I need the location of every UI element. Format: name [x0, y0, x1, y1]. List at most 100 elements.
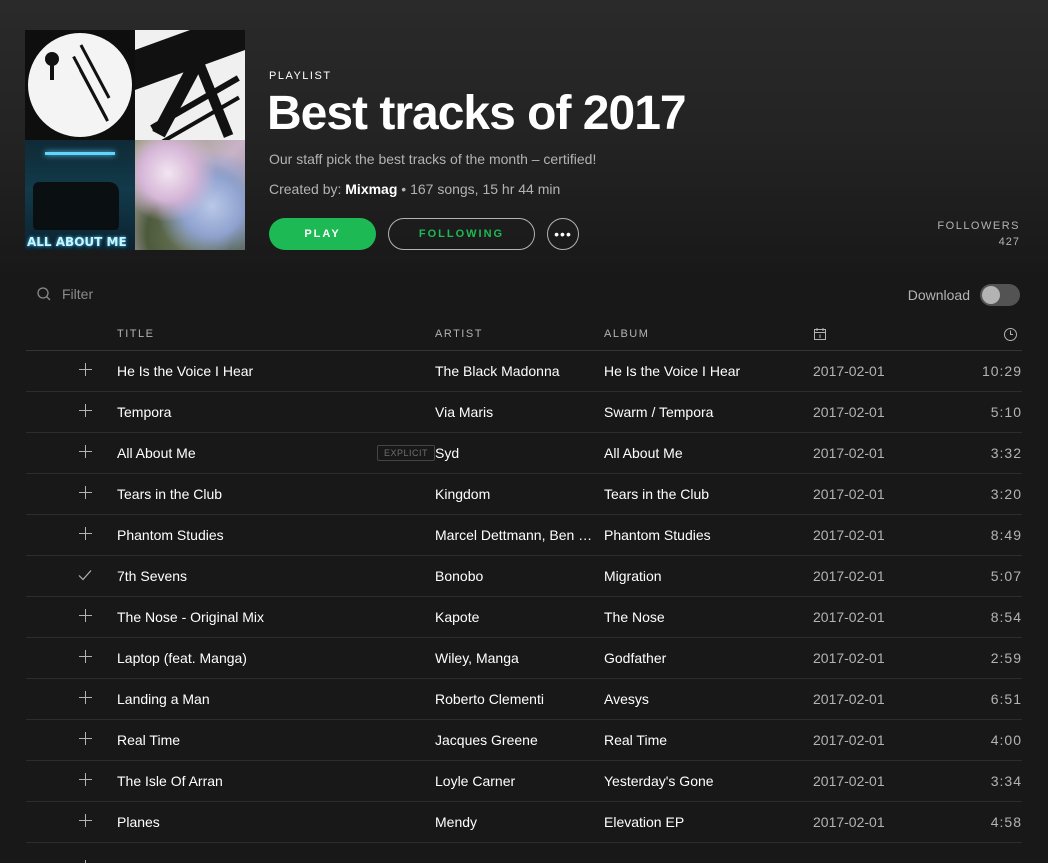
following-button[interactable]: FOLLOWING	[388, 218, 535, 250]
track-title[interactable]: 406 Lucy Ave	[117, 860, 201, 863]
track-album[interactable]: Phantom Studies	[604, 527, 813, 543]
plus-icon[interactable]	[79, 527, 92, 540]
track-artist[interactable]: Loyle Carner	[435, 773, 604, 789]
track-album[interactable]: Tears in the Club	[604, 486, 813, 502]
table-row[interactable]: Planes Mendy Elevation EP 2017-02-01 4:5…	[26, 802, 1022, 843]
track-duration: 5:49	[933, 853, 1022, 863]
track-duration: 5:07	[990, 568, 1022, 584]
track-title-cell: Laptop (feat. Manga)	[117, 638, 435, 678]
track-album[interactable]: Migration	[604, 568, 813, 584]
track-artist[interactable]: Syd	[435, 445, 604, 461]
table-row[interactable]: All About Me EXPLICIT Syd All About Me 2…	[26, 433, 1022, 474]
column-header-title[interactable]: TITLE	[117, 318, 435, 350]
row-action-cell	[26, 597, 117, 637]
track-artist[interactable]: Wiley, Manga	[435, 650, 604, 666]
track-title[interactable]: He Is the Voice I Hear	[117, 363, 253, 379]
row-action-cell	[26, 474, 117, 514]
track-artist[interactable]: Jacques Greene	[435, 732, 604, 748]
table-row[interactable]: Tears in the Club Kingdom Tears in the C…	[26, 474, 1022, 515]
track-title[interactable]: The Isle Of Arran	[117, 773, 223, 789]
track-title-cell: Landing a Man	[117, 679, 435, 719]
plus-icon[interactable]	[79, 404, 92, 417]
playlist-cover[interactable]: ALL ABOUT ME	[25, 30, 245, 250]
plus-icon[interactable]	[79, 814, 92, 827]
track-title[interactable]: All About Me	[117, 445, 196, 461]
plus-icon[interactable]	[79, 445, 92, 458]
playlist-description: Our staff pick the best tracks of the mo…	[269, 151, 597, 167]
table-row[interactable]: The Isle Of Arran Loyle Carner Yesterday…	[26, 761, 1022, 802]
playlist-meta: Created by: Mixmag • 167 songs, 15 hr 44…	[269, 181, 560, 197]
track-artist[interactable]: Kapote	[435, 609, 604, 625]
track-album[interactable]: Elevation EP	[604, 814, 813, 830]
track-title[interactable]: Tears in the Club	[117, 486, 222, 502]
track-album[interactable]: Avesys	[604, 691, 813, 707]
cover-tile-1	[25, 30, 135, 140]
track-album[interactable]: He Is the Voice I Hear	[604, 363, 813, 379]
track-artist[interactable]: Via Maris	[435, 404, 604, 420]
row-action-cell	[26, 351, 117, 391]
plus-icon[interactable]	[79, 650, 92, 663]
row-action-cell	[26, 638, 117, 678]
calendar-icon	[814, 328, 826, 340]
table-row[interactable]: 7th Sevens Bonobo Migration 2017-02-01 5…	[26, 556, 1022, 597]
download-toggle[interactable]	[980, 284, 1020, 306]
table-row[interactable]: Real Time Jacques Greene Real Time 2017-…	[26, 720, 1022, 761]
plus-icon[interactable]	[79, 363, 92, 376]
track-title-cell: Planes	[117, 802, 435, 842]
row-action-cell	[26, 853, 117, 863]
plus-icon[interactable]	[79, 691, 92, 704]
track-title[interactable]: Real Time	[117, 732, 180, 748]
owner-link[interactable]: Mixmag	[345, 181, 397, 197]
table-row[interactable]: He Is the Voice I Hear The Black Madonna…	[26, 351, 1022, 392]
track-date-added: 2017-02-01	[813, 773, 885, 789]
track-title[interactable]: Landing a Man	[117, 691, 210, 707]
plus-icon[interactable]	[79, 773, 92, 786]
table-row[interactable]: Tempora Via Maris Swarm / Tempora 2017-0…	[26, 392, 1022, 433]
track-duration: 8:54	[990, 609, 1022, 625]
column-header-date[interactable]	[813, 318, 933, 350]
track-artist[interactable]: Bonobo	[435, 568, 604, 584]
row-action-cell	[26, 433, 117, 473]
column-header-album[interactable]: ALBUM	[604, 328, 813, 340]
track-duration: 3:32	[990, 445, 1022, 461]
table-row[interactable]: The Nose - Original Mix Kapote The Nose …	[26, 597, 1022, 638]
more-options-button[interactable]: •••	[547, 218, 579, 250]
track-artist[interactable]: The Black Madonna	[435, 363, 604, 379]
track-artist[interactable]: Mendy	[435, 814, 604, 830]
track-album[interactable]: Swarm / Tempora	[604, 404, 813, 420]
track-artist[interactable]: Kingdom	[435, 486, 604, 502]
track-album[interactable]: All About Me	[604, 445, 813, 461]
track-title[interactable]: 7th Sevens	[117, 568, 187, 584]
column-header-artist[interactable]: ARTIST	[435, 328, 604, 340]
track-title[interactable]: Phantom Studies	[117, 527, 224, 543]
track-album[interactable]: Real Time	[604, 732, 813, 748]
table-row[interactable]: Phantom Studies Marcel Dettmann, Ben … P…	[26, 515, 1022, 556]
play-button[interactable]: PLAY	[269, 218, 376, 250]
track-album[interactable]: The Nose	[604, 609, 813, 625]
track-artist[interactable]: Marcel Dettmann, Ben …	[435, 527, 604, 543]
filter-input[interactable]	[62, 286, 262, 302]
page-title: Best tracks of 2017	[267, 87, 687, 140]
track-date-added: 2017-02-01	[813, 404, 885, 420]
track-title[interactable]: Laptop (feat. Manga)	[117, 650, 247, 666]
column-header-duration[interactable]	[933, 318, 1022, 350]
track-album[interactable]: Godfather	[604, 650, 813, 666]
plus-icon[interactable]	[79, 859, 92, 863]
track-date-added: 2017-02-01	[813, 445, 885, 461]
plus-icon[interactable]	[79, 609, 92, 622]
clock-icon	[1004, 327, 1017, 341]
track-title[interactable]: Tempora	[117, 404, 171, 420]
table-row[interactable]: 406 Lucy Ave Till Von Sein Forever 2017-…	[26, 843, 1022, 863]
track-album[interactable]: Yesterday's Gone	[604, 773, 813, 789]
track-duration: 4:58	[990, 814, 1022, 830]
track-title[interactable]: Planes	[117, 814, 160, 830]
track-title[interactable]: The Nose - Original Mix	[117, 609, 264, 625]
plus-icon[interactable]	[79, 732, 92, 745]
track-artist[interactable]: Roberto Clementi	[435, 691, 604, 707]
table-row[interactable]: Laptop (feat. Manga) Wiley, Manga Godfat…	[26, 638, 1022, 679]
check-icon[interactable]	[77, 567, 93, 583]
track-date-added: 2017-02-01	[813, 363, 885, 379]
plus-icon[interactable]	[79, 486, 92, 499]
table-row[interactable]: Landing a Man Roberto Clementi Avesys 20…	[26, 679, 1022, 720]
track-title-cell: Tempora	[117, 392, 435, 432]
